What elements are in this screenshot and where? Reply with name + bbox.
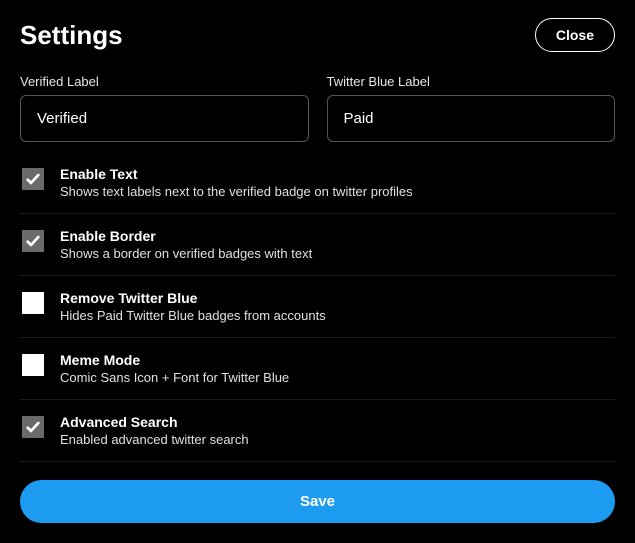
option-checkbox[interactable] — [22, 168, 44, 190]
header: Settings Close — [20, 18, 615, 52]
option-row: Remove Twitter Blue Hides Paid Twitter Bl… — [20, 276, 615, 338]
save-button[interactable]: Save — [20, 480, 615, 523]
option-title: Advanced Search — [60, 414, 613, 430]
option-row: Advanced Search Enabled advanced twitter … — [20, 400, 615, 462]
verified-label-field: Verified Label — [20, 74, 309, 142]
option-description: Enabled advanced twitter search — [60, 432, 613, 447]
option-text: Advanced Search Enabled advanced twitter … — [60, 414, 613, 447]
option-row: Enable Border Shows a border on verified … — [20, 214, 615, 276]
settings-panel: Settings Close Verified Label Twitter Bl… — [0, 0, 635, 543]
twitter-blue-label-caption: Twitter Blue Label — [327, 74, 616, 89]
option-text: Meme Mode Comic Sans Icon + Font for Twit… — [60, 352, 613, 385]
option-checkbox[interactable] — [22, 292, 44, 314]
verified-label-input[interactable] — [20, 95, 309, 142]
option-checkbox[interactable] — [22, 416, 44, 438]
option-checkbox[interactable] — [22, 230, 44, 252]
label-fields-row: Verified Label Twitter Blue Label — [20, 74, 615, 142]
option-description: Shows text labels next to the verified b… — [60, 184, 613, 199]
option-description: Shows a border on verified badges with t… — [60, 246, 613, 261]
option-description: Comic Sans Icon + Font for Twitter Blue — [60, 370, 613, 385]
page-title: Settings — [20, 20, 123, 51]
option-title: Enable Text — [60, 166, 613, 182]
option-text: Enable Border Shows a border on verified … — [60, 228, 613, 261]
option-row: Enable Text Shows text labels next to the… — [20, 152, 615, 214]
option-text: Enable Text Shows text labels next to the… — [60, 166, 613, 199]
verified-label-caption: Verified Label — [20, 74, 309, 89]
option-title: Enable Border — [60, 228, 613, 244]
option-title: Remove Twitter Blue — [60, 290, 613, 306]
option-checkbox[interactable] — [22, 354, 44, 376]
option-description: Hides Paid Twitter Blue badges from acco… — [60, 308, 613, 323]
close-button[interactable]: Close — [535, 18, 615, 52]
twitter-blue-label-field: Twitter Blue Label — [327, 74, 616, 142]
options-list: Enable Text Shows text labels next to the… — [20, 152, 615, 462]
twitter-blue-label-input[interactable] — [327, 95, 616, 142]
option-title: Meme Mode — [60, 352, 613, 368]
option-row: Meme Mode Comic Sans Icon + Font for Twit… — [20, 338, 615, 400]
option-text: Remove Twitter Blue Hides Paid Twitter Bl… — [60, 290, 613, 323]
